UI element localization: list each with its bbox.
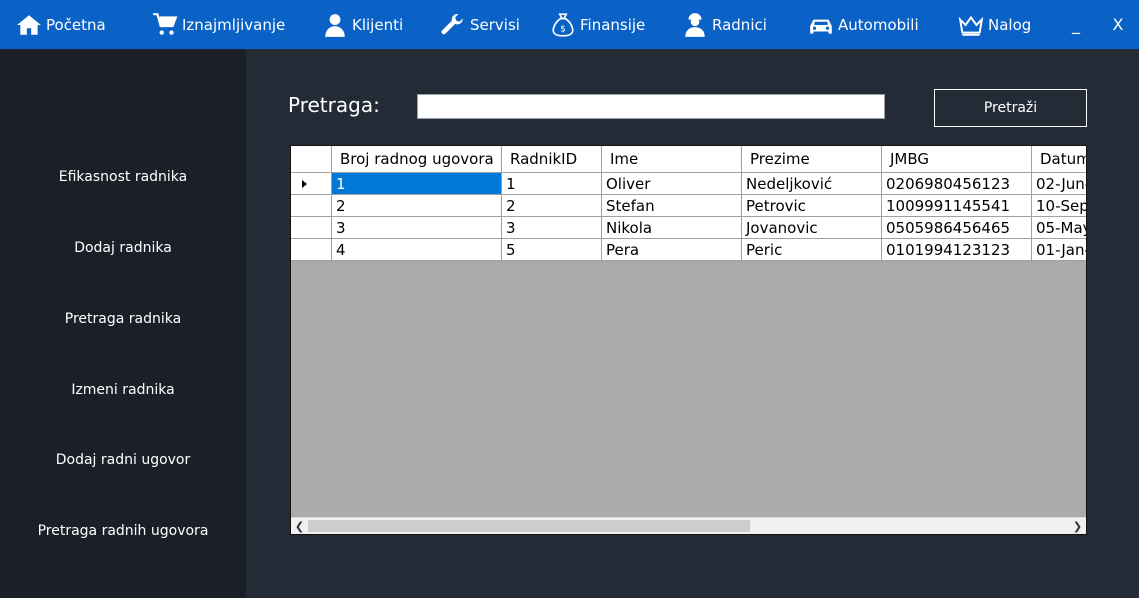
table-cell[interactable]: Peric [742,239,882,261]
car-icon [810,19,832,34]
money-bag-icon: $ [552,12,574,37]
nav-item-nalog[interactable]: Nalog [958,0,1031,49]
top-nav-bar: Početna Iznajmljivanje Klijenti Servisi … [0,0,1139,49]
nav-item-label: Radnici [712,15,767,34]
nav-item-label: Automobili [838,15,919,34]
table-cell[interactable]: 02-Jun- [1032,173,1086,195]
table-cell[interactable]: Nedeljković [742,173,882,195]
search-label: Pretraga: [288,93,380,117]
row-header[interactable] [291,239,332,261]
sidebar-item-dodaj-radnika[interactable]: Dodaj radnika [0,240,246,256]
search-input[interactable] [417,94,885,119]
table-cell[interactable]: 1 [332,173,502,195]
nav-item-label: Nalog [988,15,1032,34]
cart-icon [153,12,178,35]
nav-item-label: Finansije [580,15,646,34]
minimize-button[interactable]: _ [1064,0,1088,49]
user-icon [325,13,345,37]
sidebar-item-efikasnost-radnika[interactable]: Efikasnost radnika [0,169,246,185]
worker-icon [685,12,705,37]
table-cell[interactable]: 2 [332,195,502,217]
nav-item-automobili[interactable]: Automobili [808,0,919,49]
grid-corner-header[interactable] [291,146,332,173]
table-cell[interactable]: 0101994123123 [882,239,1032,261]
nav-item-label: Servisi [470,15,520,34]
home-icon [17,14,41,35]
sidebar-item-dodaj-radni-ugovor[interactable]: Dodaj radni ugovor [0,452,246,468]
table-cell[interactable]: Petrovic [742,195,882,217]
nav-item-radnici[interactable]: Radnici [682,0,767,49]
table-cell[interactable]: Oliver [602,173,742,195]
sidebar: Efikasnost radnika Dodaj radnika Pretrag… [0,49,246,598]
table-cell[interactable]: 2 [502,195,602,217]
column-header-jmbg[interactable]: JMBG [882,146,1032,173]
table-cell[interactable]: 0505986456465 [882,217,1032,239]
table-cell[interactable]: 5 [502,239,602,261]
table-cell[interactable]: 01-Jan- [1032,239,1086,261]
nav-item-pocetna[interactable]: Početna [16,0,106,49]
table-cell[interactable]: 1009991145541 [882,195,1032,217]
table-cell[interactable]: 4 [332,239,502,261]
scroll-right-arrow-icon[interactable]: ❯ [1069,518,1086,534]
table-cell[interactable]: 05-May [1032,217,1086,239]
table-cell[interactable]: 3 [332,217,502,239]
sidebar-item-izmeni-radnika[interactable]: Izmeni radnika [0,382,246,398]
column-header-radnikid[interactable]: RadnikID [502,146,602,173]
sidebar-item-pretraga-radnih-ugovora[interactable]: Pretraga radnih ugovora [0,523,246,539]
nav-item-finansije[interactable]: $ Finansije [550,0,645,49]
row-header[interactable] [291,217,332,239]
wrench-icon [441,13,463,34]
svg-text:$: $ [560,24,566,34]
horizontal-scrollbar[interactable]: ❮ ❯ [291,517,1086,534]
table-cell[interactable]: 10-Sep- [1032,195,1086,217]
column-header-prezime[interactable]: Prezime [742,146,882,173]
nav-item-label: Klijenti [352,15,404,34]
nav-item-klijenti[interactable]: Klijenti [322,0,403,49]
table-cell[interactable]: Pera [602,239,742,261]
nav-item-label: Iznajmljivanje [182,15,286,34]
crown-icon [958,15,984,36]
nav-item-label: Početna [46,15,106,34]
table-cell[interactable]: Stefan [602,195,742,217]
row-header[interactable] [291,195,332,217]
nav-item-servisi[interactable]: Servisi [440,0,520,49]
data-grid[interactable]: Broj radnog ugovora RadnikID Ime Prezime… [290,145,1087,535]
table-cell[interactable]: 0206980456123 [882,173,1032,195]
table-cell[interactable]: Jovanovic [742,217,882,239]
close-button[interactable]: X [1106,0,1130,49]
table-cell[interactable]: 3 [502,217,602,239]
scroll-left-arrow-icon[interactable]: ❮ [291,518,308,534]
table-cell[interactable]: 1 [502,173,602,195]
column-header-ime[interactable]: Ime [602,146,742,173]
scrollbar-thumb[interactable] [308,520,750,532]
column-header-broj-radnog-ugovora[interactable]: Broj radnog ugovora [332,146,502,173]
table-cell[interactable]: Nikola [602,217,742,239]
row-header[interactable] [291,173,332,195]
search-button[interactable]: Pretraži [934,89,1087,127]
sidebar-item-pretraga-radnika[interactable]: Pretraga radnika [0,311,246,327]
nav-item-iznajmljivanje[interactable]: Iznajmljivanje [152,0,285,49]
current-row-arrow-icon [302,179,307,188]
column-header-datum[interactable]: Datum [1032,146,1086,173]
